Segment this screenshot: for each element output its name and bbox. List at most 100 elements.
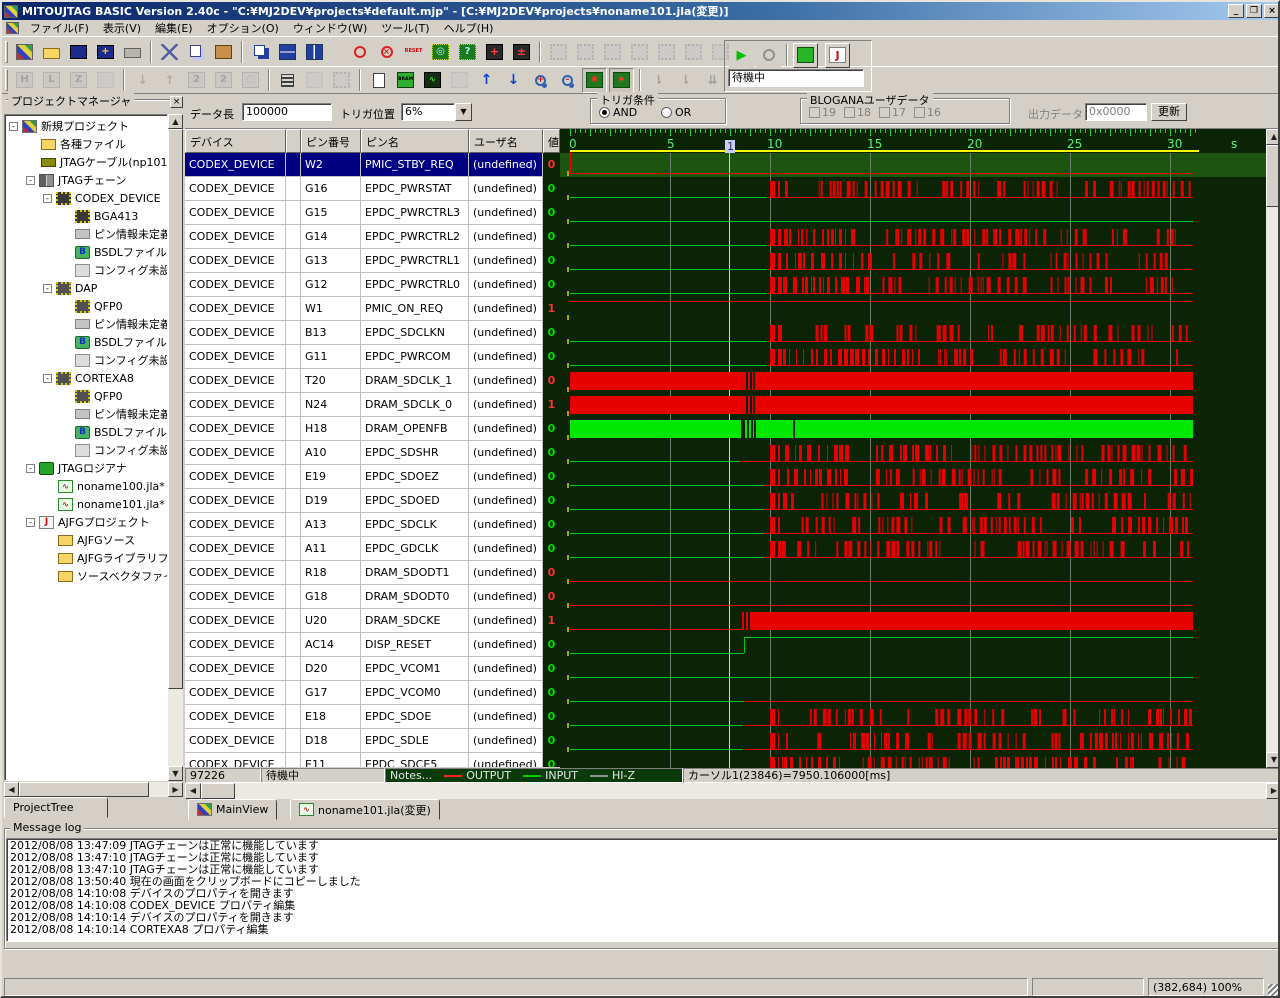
close-button[interactable]: × bbox=[1264, 4, 1278, 18]
project-panel-close-icon[interactable]: × bbox=[170, 96, 183, 108]
run-button[interactable]: ▶ bbox=[729, 42, 754, 68]
signal-row-EPDC_GDCLK[interactable]: CODEX_DEVICE A11 EPDC_GDCLK (undefined) bbox=[185, 537, 543, 561]
cut-button[interactable] bbox=[157, 39, 182, 64]
column-header-デバイス[interactable]: デバイス bbox=[185, 129, 286, 153]
tree-expander-icon[interactable]: - bbox=[26, 175, 35, 185]
tab-MainView[interactable]: MainView bbox=[188, 799, 278, 820]
logana-run-button[interactable] bbox=[793, 42, 818, 68]
zoom-out-button[interactable]: - bbox=[555, 67, 580, 93]
tree-expander-icon[interactable]: - bbox=[9, 121, 18, 131]
edit-device-button[interactable]: ? bbox=[455, 39, 480, 64]
trigger-pos-select[interactable]: 6% bbox=[401, 103, 455, 121]
tile-horizontal-button[interactable] bbox=[275, 39, 300, 64]
wave-marker-button-1[interactable]: ∗ bbox=[582, 67, 607, 93]
wave-marker-button-2[interactable]: ∗ bbox=[609, 67, 634, 93]
ajfg-stop-button[interactable]: J bbox=[825, 42, 850, 68]
tree-item-CODEX_DEVICE[interactable]: - CODEX_DEVICE bbox=[7, 189, 167, 207]
tree-expander-icon[interactable]: - bbox=[43, 373, 52, 383]
tree-item-新規プロジェクト[interactable]: - 新規プロジェクト bbox=[7, 117, 167, 135]
menu-item-3[interactable]: 編集(E) bbox=[148, 19, 200, 37]
tree-item-noname101.jla*[interactable]: ∿ noname101.jla* bbox=[7, 495, 167, 513]
column-header-値[interactable]: 値 bbox=[543, 129, 560, 153]
signal-row-EPDC_PWRCTRL1[interactable]: CODEX_DEVICE G13 EPDC_PWRCTRL1 (undefined) bbox=[185, 249, 543, 273]
data-length-input[interactable]: 100000 bbox=[242, 103, 332, 121]
add-device-button[interactable]: + bbox=[482, 39, 507, 64]
signal-row-EPDC_PWRCTRL3[interactable]: CODEX_DEVICE G15 EPDC_PWRCTRL3 (undefined) bbox=[185, 201, 543, 225]
output-data-input[interactable]: 0x0000 bbox=[1085, 103, 1147, 121]
scroll-up-button[interactable]: ↑ bbox=[474, 67, 499, 93]
signal-row-EPDC_SDCE5[interactable]: CODEX_DEVICE E11 EPDC_SDCE5 (undefined) bbox=[185, 753, 543, 767]
reset-button[interactable]: RESET bbox=[401, 39, 426, 64]
toolbar-grip[interactable] bbox=[5, 40, 8, 63]
signal-row-EPDC_VCOM1[interactable]: CODEX_DEVICE D20 EPDC_VCOM1 (undefined) bbox=[185, 657, 543, 681]
minimize-button[interactable]: _ bbox=[1228, 4, 1244, 18]
save-button[interactable] bbox=[66, 39, 91, 64]
waveform-capture-button[interactable]: ∿ bbox=[420, 67, 445, 93]
new-waveform-button[interactable] bbox=[366, 67, 391, 93]
signal-row-DRAM_SDCKE[interactable]: CODEX_DEVICE U20 DRAM_SDCKE (undefined) bbox=[185, 609, 543, 633]
signal-row-EPDC_SDLE[interactable]: CODEX_DEVICE D18 EPDC_SDLE (undefined) bbox=[185, 729, 543, 753]
bram-button[interactable]: BRAM bbox=[393, 67, 418, 93]
signal-row-DRAM_SDODT1[interactable]: CODEX_DEVICE R18 DRAM_SDODT1 (undefined) bbox=[185, 561, 543, 585]
tree-item-noname100.jla*[interactable]: ∿ noname100.jla* bbox=[7, 477, 167, 495]
menu-item-5[interactable]: ウィンドウ(W) bbox=[286, 19, 374, 37]
resize-grip[interactable] bbox=[1268, 984, 1278, 996]
run-status-field[interactable]: 待機中 bbox=[728, 69, 864, 87]
column-header-ユーザ名[interactable]: ユーザ名 bbox=[469, 129, 543, 153]
open-button[interactable] bbox=[39, 39, 64, 64]
paste-button[interactable] bbox=[211, 39, 236, 64]
tree-item-ピン情報未定義[interactable]: ピン情報未定義 bbox=[7, 225, 167, 243]
signal-row-EPDC_PWRCOM[interactable]: CODEX_DEVICE G11 EPDC_PWRCOM (undefined) bbox=[185, 345, 543, 369]
menu-item-2[interactable]: 表示(V) bbox=[96, 19, 148, 37]
tree-item-AJFGソース[interactable]: AJFGソース bbox=[7, 531, 167, 549]
copy-button[interactable] bbox=[184, 39, 209, 64]
signal-row-DISP_RESET[interactable]: CODEX_DEVICE AC14 DISP_RESET (undefined) bbox=[185, 633, 543, 657]
tree-expander-icon[interactable]: - bbox=[43, 193, 52, 203]
signal-row-EPDC_VCOM0[interactable]: CODEX_DEVICE G17 EPDC_VCOM0 (undefined) bbox=[185, 681, 543, 705]
tab-noname101.jla(変更)[interactable]: ∿ noname101.jla(変更) bbox=[290, 799, 440, 820]
tree-item-BSDLファイル参照[interactable]: BBSDLファイル参照 bbox=[7, 243, 167, 261]
signal-row-EPDC_PWRCTRL0[interactable]: CODEX_DEVICE G12 EPDC_PWRCTRL0 (undefined) bbox=[185, 273, 543, 297]
signal-row-DRAM_SDCLK_0[interactable]: CODEX_DEVICE N24 DRAM_SDCLK_0 (undefined) bbox=[185, 393, 543, 417]
tree-item-JTAGチェーン[interactable]: - JTAGチェーン bbox=[7, 171, 167, 189]
tree-vscrollbar[interactable]: ▲ ▼ bbox=[168, 114, 183, 781]
tree-item-JTAGケーブル(np1010)[interactable]: JTAGケーブル(np1010) bbox=[7, 153, 167, 171]
signal-row-EPDC_PWRCTRL2[interactable]: CODEX_DEVICE G14 EPDC_PWRCTRL2 (undefined) bbox=[185, 225, 543, 249]
tree-item-コンフィグ未設定[interactable]: コンフィグ未設定 bbox=[7, 261, 167, 279]
tree-item-BGA413[interactable]: BGA413 bbox=[7, 207, 167, 225]
scroll-down-button[interactable]: ↓ bbox=[501, 67, 526, 93]
tree-item-JTAGロジアナ[interactable]: - JTAGロジアナ bbox=[7, 459, 167, 477]
stop-button[interactable] bbox=[756, 42, 781, 68]
signal-row-EPDC_SDSHR[interactable]: CODEX_DEVICE A10 EPDC_SDSHR (undefined) bbox=[185, 441, 543, 465]
tree-item-CORTEXA8[interactable]: - CORTEXA8 bbox=[7, 369, 167, 387]
tree-item-QFP0[interactable]: QFP0 bbox=[7, 297, 167, 315]
wave-vscrollbar[interactable]: ▲ ▼ bbox=[1266, 129, 1278, 768]
waveform-view[interactable] bbox=[560, 129, 1266, 768]
menu-item-7[interactable]: ヘルプ(H) bbox=[437, 19, 501, 37]
add-device-list-button[interactable]: ± bbox=[509, 39, 534, 64]
tree-item-DAP[interactable]: - DAP bbox=[7, 279, 167, 297]
tree-item-QFP0[interactable]: QFP0 bbox=[7, 387, 167, 405]
tree-item-コンフィグ未設定[interactable]: コンフィグ未設定 bbox=[7, 441, 167, 459]
tree-item-ピン情報未定義[interactable]: ピン情報未定義 bbox=[7, 315, 167, 333]
message-log-list[interactable]: 2012/08/08 13:47:09 JTAGチェーンは正常に機能しています 2… bbox=[6, 838, 1278, 942]
and-radio[interactable]: AND bbox=[599, 106, 637, 119]
tree-item-BSDLファイル参照[interactable]: BBSDLファイル参照 bbox=[7, 423, 167, 441]
zoom-in-button[interactable]: + bbox=[528, 67, 553, 93]
pin-list-button[interactable] bbox=[275, 67, 300, 93]
toolbar-grip[interactable] bbox=[5, 69, 8, 91]
title-bar[interactable]: MITOUJTAG BASIC Version 2.40c - "C:¥MJ2D… bbox=[2, 2, 1278, 20]
menu-item-6[interactable]: ツール(T) bbox=[374, 19, 436, 37]
signal-row-DRAM_SDODT0[interactable]: CODEX_DEVICE G18 DRAM_SDODT0 (undefined) bbox=[185, 585, 543, 609]
update-button[interactable]: 更新 bbox=[1151, 103, 1187, 121]
tree-item-AJFGプロジェクト[interactable]: - J AJFGプロジェクト bbox=[7, 513, 167, 531]
tree-hscrollbar[interactable]: ◀ ▶ bbox=[4, 782, 183, 797]
print-button[interactable] bbox=[120, 39, 145, 64]
signal-row-EPDC_SDOED[interactable]: CODEX_DEVICE D19 EPDC_SDOED (undefined) bbox=[185, 489, 543, 513]
signal-row-EPDC_SDCLK[interactable]: CODEX_DEVICE A13 EPDC_SDCLK (undefined) bbox=[185, 513, 543, 537]
trigger-pos-dropdown-button[interactable]: ▼ bbox=[455, 103, 472, 121]
signal-row-PMIC_ON_REQ[interactable]: CODEX_DEVICE W1 PMIC_ON_REQ (undefined) bbox=[185, 297, 543, 321]
tree-item-AJFGライブラリファイル[interactable]: AJFGライブラリファイル bbox=[7, 549, 167, 567]
menu-item-4[interactable]: オプション(O) bbox=[200, 19, 286, 37]
signal-row-EPDC_SDOEZ[interactable]: CODEX_DEVICE E19 EPDC_SDOEZ (undefined) bbox=[185, 465, 543, 489]
